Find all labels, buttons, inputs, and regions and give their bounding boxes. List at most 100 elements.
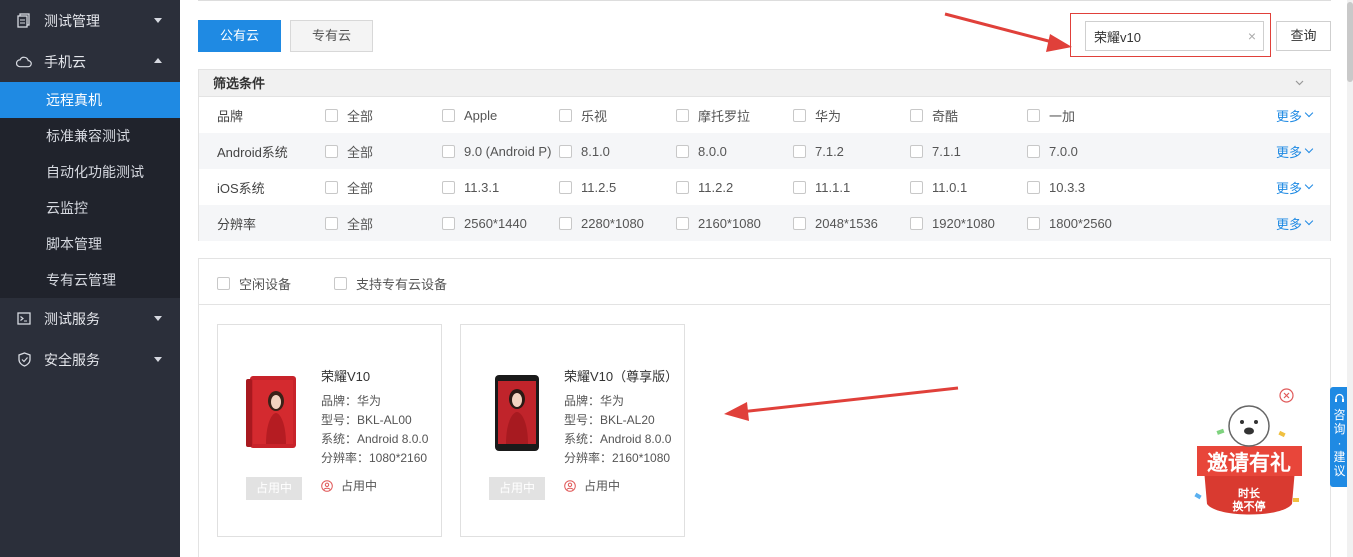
nav-group-mobile-cloud[interactable]: 手机云 <box>0 41 180 82</box>
filter-option[interactable]: 7.1.2 <box>793 144 844 159</box>
sidebar-item-private-cloud-management[interactable]: 专有云管理 <box>0 262 180 298</box>
filter-option[interactable]: 一加 <box>1027 106 1075 125</box>
nav-group-label: 手机云 <box>44 53 86 70</box>
device-card[interactable]: 荣耀V10 品牌：华为 型号：BKL-AL00 系统：Android 8.0.0… <box>217 324 442 537</box>
filter-option[interactable]: 10.3.3 <box>1027 180 1085 195</box>
more-link[interactable]: 更多 <box>1276 142 1314 161</box>
checkbox[interactable] <box>676 144 689 158</box>
checkbox[interactable] <box>334 277 347 290</box>
checkbox[interactable] <box>1027 144 1040 158</box>
filter-option[interactable]: 2280*1080 <box>559 216 644 231</box>
checkbox[interactable] <box>442 216 455 230</box>
mobile-cloud-submenu: 远程真机 标准兼容测试 自动化功能测试 云监控 脚本管理 专有云管理 <box>0 82 180 298</box>
checkbox[interactable] <box>1027 216 1040 230</box>
sidebar-item-remote-device[interactable]: 远程真机 <box>0 82 180 118</box>
filter-option[interactable]: 1800*2560 <box>1027 216 1112 231</box>
filter-option[interactable]: 全部 <box>325 142 373 161</box>
checkbox[interactable] <box>793 144 806 158</box>
checkbox[interactable] <box>325 216 338 230</box>
occupied-button[interactable]: 占用中 <box>246 477 302 500</box>
filter-option[interactable]: 2160*1080 <box>676 216 761 231</box>
nav-group-security-services[interactable]: 安全服务 <box>0 339 180 380</box>
option-label: 2160*1080 <box>698 215 761 231</box>
checkbox[interactable] <box>910 108 923 122</box>
filter-header[interactable]: 筛选条件 <box>199 70 1330 97</box>
more-link[interactable]: 更多 <box>1276 178 1314 197</box>
option-label: 11.1.1 <box>815 179 851 195</box>
checkbox[interactable] <box>910 180 923 194</box>
filter-option[interactable]: 9.0 (Android P) <box>442 144 551 159</box>
invite-gift-widget[interactable]: 邀请有礼 时长换不停 <box>1187 386 1312 526</box>
sidebar-item-script-management[interactable]: 脚本管理 <box>0 226 180 262</box>
checkbox[interactable] <box>325 108 338 122</box>
filter-option[interactable]: 11.3.1 <box>442 180 499 195</box>
filter-option[interactable]: Apple <box>442 108 497 123</box>
checkbox[interactable] <box>325 180 338 194</box>
filter-option[interactable]: 全部 <box>325 178 373 197</box>
filter-option[interactable]: 奇酷 <box>910 106 958 125</box>
checkbox[interactable] <box>442 108 455 122</box>
filter-option[interactable]: 2560*1440 <box>442 216 527 231</box>
filter-option[interactable]: 11.2.2 <box>676 180 733 195</box>
filter-option[interactable]: 全部 <box>325 106 373 125</box>
close-icon[interactable] <box>1279 388 1294 403</box>
sidebar-item-compat-test[interactable]: 标准兼容测试 <box>0 118 180 154</box>
nav-group-test-management[interactable]: 测试管理 <box>0 0 180 41</box>
device-card[interactable]: 荣耀V10（尊享版） 品牌：华为 型号：BKL-AL20 系统：Android … <box>460 324 685 537</box>
idle-device-filter[interactable]: 空闲设备 <box>217 274 291 293</box>
filter-option[interactable]: 华为 <box>793 106 841 125</box>
checkbox[interactable] <box>793 180 806 194</box>
close-icon[interactable]: × <box>1248 28 1256 44</box>
scrollbar[interactable] <box>1347 0 1353 557</box>
occupied-button[interactable]: 占用中 <box>489 477 545 500</box>
filter-option[interactable]: 2048*1536 <box>793 216 878 231</box>
checkbox[interactable] <box>1027 180 1040 194</box>
filter-option[interactable]: 11.1.1 <box>793 180 850 195</box>
option-label: 2280*1080 <box>581 215 644 231</box>
checkbox[interactable] <box>676 108 689 122</box>
option-label: 全部 <box>347 144 374 160</box>
checkbox[interactable] <box>559 144 572 158</box>
filter-option[interactable]: 乐视 <box>559 106 607 125</box>
query-button[interactable]: 查询 <box>1276 21 1331 51</box>
filter-option[interactable]: 8.0.0 <box>676 144 727 159</box>
sidebar-item-auto-test[interactable]: 自动化功能测试 <box>0 154 180 190</box>
filter-option[interactable]: 7.1.1 <box>910 144 961 159</box>
filter-option[interactable]: 11.2.5 <box>559 180 616 195</box>
search-input[interactable] <box>1086 22 1236 50</box>
filter-option[interactable]: 1920*1080 <box>910 216 995 231</box>
checkbox[interactable] <box>559 108 572 122</box>
checkbox[interactable] <box>676 180 689 194</box>
more-link[interactable]: 更多 <box>1276 106 1314 125</box>
filter-option[interactable]: 11.0.1 <box>910 180 967 195</box>
phone-image <box>246 376 296 448</box>
chevron-down-icon[interactable] <box>1295 70 1304 97</box>
device-filter-bar: 空闲设备 支持专有云设备 <box>199 259 1330 305</box>
tab-private-cloud[interactable]: 专有云 <box>290 20 373 52</box>
checkbox[interactable] <box>217 277 230 290</box>
option-label: 奇酷 <box>932 108 959 124</box>
checkbox[interactable] <box>559 216 572 230</box>
checkbox[interactable] <box>676 216 689 230</box>
checkbox[interactable] <box>910 216 923 230</box>
checkbox[interactable] <box>325 144 338 158</box>
checkbox[interactable] <box>793 216 806 230</box>
more-link[interactable]: 更多 <box>1276 214 1314 233</box>
tab-public-cloud[interactable]: 公有云 <box>198 20 281 52</box>
scrollbar-thumb[interactable] <box>1347 2 1353 82</box>
private-cloud-device-filter[interactable]: 支持专有云设备 <box>334 274 447 293</box>
checkbox[interactable] <box>910 144 923 158</box>
checkbox[interactable] <box>442 144 455 158</box>
headset-icon <box>1335 393 1344 402</box>
checkbox[interactable] <box>793 108 806 122</box>
checkbox[interactable] <box>442 180 455 194</box>
filter-option[interactable]: 全部 <box>325 214 373 233</box>
filter-option[interactable]: 8.1.0 <box>559 144 610 159</box>
checkbox[interactable] <box>1027 108 1040 122</box>
sidebar-item-cloud-monitor[interactable]: 云监控 <box>0 190 180 226</box>
filter-option[interactable]: 摩托罗拉 <box>676 106 750 125</box>
option-label: 2560*1440 <box>464 215 527 231</box>
nav-group-test-services[interactable]: 测试服务 <box>0 298 180 339</box>
checkbox[interactable] <box>559 180 572 194</box>
filter-option[interactable]: 7.0.0 <box>1027 144 1078 159</box>
